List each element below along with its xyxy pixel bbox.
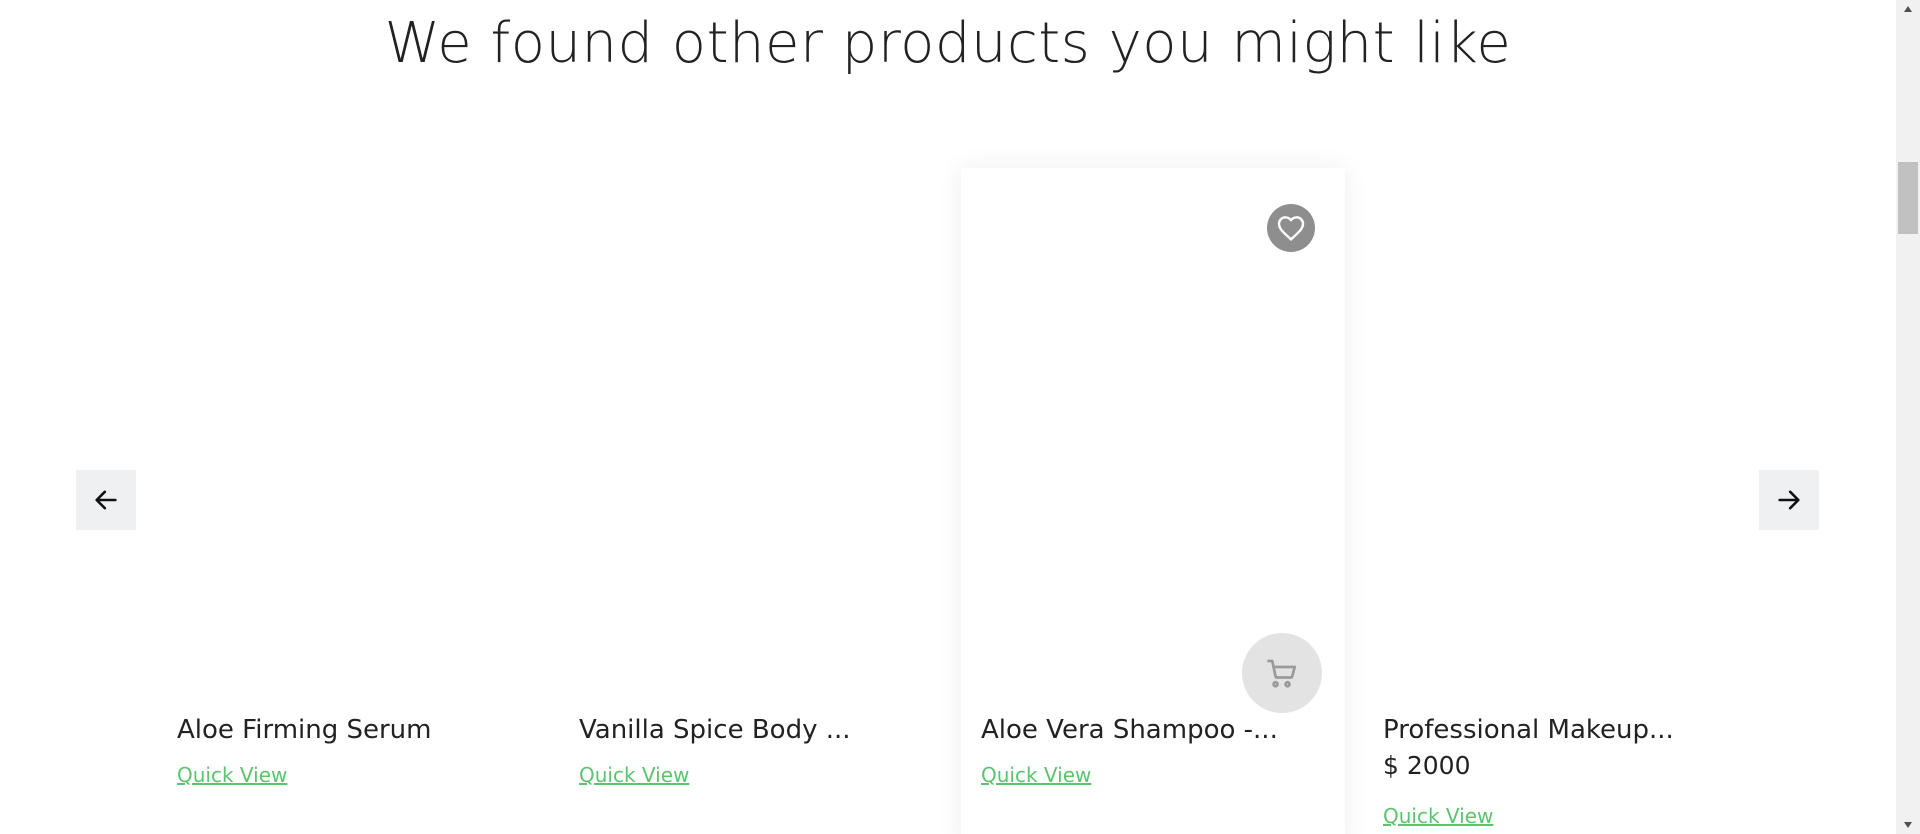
product-image[interactable]	[1363, 168, 1747, 708]
scrollbar-thumb[interactable]	[1898, 162, 1918, 234]
product-recommendations-page: We found other products you might like A…	[0, 0, 1920, 834]
product-name[interactable]: Vanilla Spice Body ...	[579, 713, 919, 747]
product-image[interactable]	[559, 168, 943, 708]
product-card-aloe-vera-shampoo[interactable]: Aloe Vera Shampoo -... Quick View	[961, 168, 1345, 834]
quick-view-link[interactable]: Quick View	[1383, 803, 1493, 829]
product-name[interactable]: Professional Makeup...	[1383, 713, 1723, 747]
wishlist-button[interactable]	[1267, 204, 1315, 252]
quick-view-link[interactable]: Quick View	[981, 762, 1091, 788]
product-image[interactable]	[157, 168, 541, 708]
carousel-prev-button[interactable]	[76, 470, 136, 530]
cart-icon	[1264, 655, 1300, 691]
product-name[interactable]: Aloe Firming Serum	[177, 713, 517, 747]
arrow-right-icon	[1775, 486, 1803, 514]
product-card-professional-makeup[interactable]: Professional Makeup... $ 2000 Quick View	[1363, 168, 1747, 834]
add-to-cart-button[interactable]	[1242, 633, 1322, 713]
carousel-next-button[interactable]	[1759, 470, 1819, 530]
product-name[interactable]: Aloe Vera Shampoo -...	[981, 713, 1321, 747]
vertical-scrollbar[interactable]	[1896, 0, 1920, 834]
heart-icon	[1275, 212, 1307, 244]
section-title: We found other products you might like	[384, 11, 1512, 76]
product-card-aloe-firming-serum[interactable]: Aloe Firming Serum Quick View	[157, 168, 541, 834]
product-price: $ 2000	[1383, 751, 1471, 780]
quick-view-link[interactable]: Quick View	[177, 762, 287, 788]
scroll-up-arrow-icon[interactable]	[1896, 0, 1920, 18]
arrow-left-icon	[92, 486, 120, 514]
product-card-vanilla-spice-body[interactable]: Vanilla Spice Body ... Quick View	[559, 168, 943, 834]
scroll-down-arrow-icon[interactable]	[1896, 816, 1920, 834]
quick-view-link[interactable]: Quick View	[579, 762, 689, 788]
